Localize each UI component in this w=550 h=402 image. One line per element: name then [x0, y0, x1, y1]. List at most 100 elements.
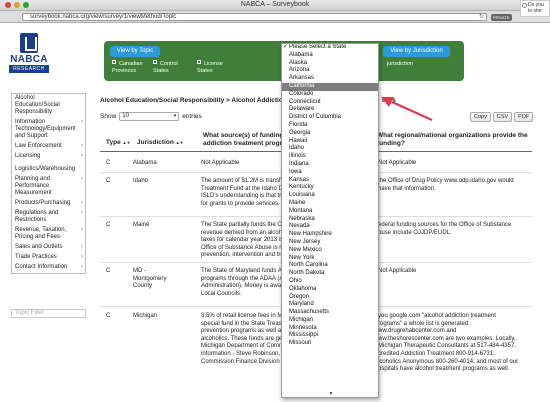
nabca-logo[interactable]: NABCA RESEARCH: [9, 33, 49, 79]
chevron-right-icon: ›: [81, 210, 83, 216]
sidebar-item[interactable]: Information Technology/Equipment and Sup…: [12, 118, 85, 142]
state-option[interactable]: Kansas: [282, 177, 378, 185]
entries-control: Show 10 ▾ entries: [100, 112, 202, 121]
state-option[interactable]: Maine: [282, 200, 378, 208]
checkbox-label: Canadian Provinces: [112, 61, 143, 74]
state-option[interactable]: New Jersey: [282, 239, 378, 247]
cell-type: C: [106, 178, 111, 184]
state-option[interactable]: Louisiana: [282, 192, 378, 200]
state-option[interactable]: Kentucky: [282, 184, 378, 192]
cell-type: C: [106, 268, 111, 274]
cell-organizations: the Office of Drug Policy www.odp.idaho.…: [378, 178, 514, 192]
sidebar-item-label: Contact Information: [15, 264, 68, 270]
sidebar-item[interactable]: Alcohol Education/Social Responsibility: [12, 94, 85, 118]
column-header-type[interactable]: Type ▲▼: [106, 139, 130, 147]
sidebar-item[interactable]: Trade Practices ›: [12, 253, 85, 263]
sidebar-item[interactable]: Products/Purchasing ›: [12, 199, 85, 209]
state-option[interactable]: Arkansas: [282, 75, 378, 83]
state-option[interactable]: New York: [282, 255, 378, 263]
csv-button[interactable]: CSV: [492, 112, 513, 122]
breadcrumb: Alcohol Education/Social Responsibility …: [100, 97, 287, 104]
address-bar[interactable]: surveybook.nabca.org/view/survey/1/viewM…: [22, 13, 487, 21]
state-option[interactable]: Indiana: [282, 161, 378, 169]
sidebar-item[interactable]: Logistics/Warehousing: [12, 165, 85, 175]
state-option[interactable]: Oregon: [282, 294, 378, 302]
license-states-checkbox[interactable]: License States: [197, 60, 223, 75]
cell-funding-source: Not Applicable: [201, 160, 240, 166]
sidebar-item[interactable]: Contact Information ›: [12, 263, 85, 273]
state-option[interactable]: Massachusetts: [282, 309, 378, 317]
sidebar-item[interactable]: Law Enforcement ›: [12, 142, 85, 152]
checkmark-icon: ✓: [283, 44, 289, 50]
state-option[interactable]: New Hampshire: [282, 231, 378, 239]
state-option[interactable]: Mississippi: [282, 332, 378, 340]
state-option[interactable]: Alaska: [282, 60, 378, 68]
header-label: Jurisdiction: [137, 139, 174, 146]
scroll-down-icon[interactable]: ▼: [282, 391, 378, 397]
state-option[interactable]: Idaho: [282, 145, 378, 153]
option-label: Please Select a State: [289, 44, 347, 50]
info-icon: [522, 3, 527, 8]
state-option[interactable]: Florida: [282, 122, 378, 130]
state-option[interactable]: California: [282, 82, 378, 91]
state-option[interactable]: Montana: [282, 208, 378, 216]
column-header-organizations[interactable]: What regional/national organizations pro…: [377, 132, 528, 148]
checkbox-box: [197, 60, 201, 64]
state-dropdown-menu[interactable]: ✓ Please Select a State Alabama Alaska Arizo…: [281, 43, 379, 398]
browser-toolbar: surveybook.nabca.org/view/survey/1/viewM…: [0, 11, 550, 23]
view-by-jurisdiction-button[interactable]: View by Jurisdiction: [383, 46, 450, 57]
chevron-right-icon: ›: [81, 200, 83, 206]
breadcrumb-tail: ures: [382, 97, 396, 104]
state-option[interactable]: Georgia: [282, 130, 378, 138]
state-option[interactable]: Delaware: [282, 106, 378, 114]
state-option[interactable]: New Mexico: [282, 247, 378, 255]
cell-funding-source: 3.5% of retail license fees in Mich spec…: [201, 313, 293, 365]
sidebar-item[interactable]: Planning and Performance Measurement ›: [12, 175, 85, 199]
view-by-topic-button[interactable]: View by Topic: [110, 46, 160, 57]
canadian-provinces-checkbox[interactable]: Canadian Provinces: [112, 60, 143, 75]
cell-type: C: [106, 222, 111, 228]
entries-select[interactable]: 10 ▾: [119, 112, 180, 121]
state-option[interactable]: Colorado: [282, 91, 378, 99]
state-option[interactable]: Maryland: [282, 301, 378, 309]
sidebar-item[interactable]: Revenue, Taxation, Pricing and Fees ›: [12, 226, 85, 243]
state-option[interactable]: Hawaii: [282, 138, 378, 146]
column-header-jurisdiction[interactable]: Jurisdiction ▲▼: [137, 139, 184, 147]
state-option[interactable]: Iowa: [282, 169, 378, 177]
sidebar-item[interactable]: Sales and Outlets ›: [12, 243, 85, 253]
state-option[interactable]: Nevada: [282, 223, 378, 231]
url-text: surveybook.nabca.org/view/survey/1/viewM…: [30, 14, 177, 20]
copy-button[interactable]: Copy: [470, 112, 491, 122]
checkbox-box: [153, 60, 157, 64]
state-option[interactable]: District of Columbia: [282, 114, 378, 122]
reload-icon[interactable]: ↻: [479, 14, 484, 21]
state-option-placeholder[interactable]: ✓ Please Select a State: [282, 44, 378, 52]
pdf-button[interactable]: PDF: [514, 112, 534, 122]
sidebar-item[interactable]: Licensing ›: [12, 152, 85, 162]
cell-funding-source: The amount of $1.2M is transferre Treatm…: [201, 178, 293, 207]
state-option[interactable]: Nebraska: [282, 216, 378, 224]
state-option[interactable]: North Carolina: [282, 262, 378, 270]
export-buttons: Copy CSV PDF: [470, 112, 534, 122]
state-option[interactable]: Illinois: [282, 153, 378, 161]
state-option[interactable]: Michigan: [282, 317, 378, 325]
state-option[interactable]: Alabama: [282, 52, 378, 60]
state-option[interactable]: Oklahoma: [282, 286, 378, 294]
notification-popup[interactable]: Do you to stor: [520, 0, 550, 17]
topic-filter-input[interactable]: Topic Filter: [11, 309, 86, 318]
control-states-checkbox[interactable]: Control States: [153, 60, 178, 75]
sidebar-item[interactable]: Regulations and Restrictions ›: [12, 209, 85, 226]
logo-name: NABCA: [10, 54, 48, 65]
cell-jurisdiction: Idaho: [133, 178, 149, 184]
sort-icon: ▲▼: [175, 140, 184, 145]
chevron-right-icon: ›: [81, 153, 83, 159]
cell-jurisdiction: MD - Montgomery County: [133, 268, 167, 290]
notification-text: Do you to stor: [528, 2, 544, 14]
state-option[interactable]: Connecticut: [282, 99, 378, 107]
state-option[interactable]: Missouri: [282, 340, 378, 348]
state-option[interactable]: North Dakota: [282, 270, 378, 278]
state-option[interactable]: Ohio: [282, 278, 378, 286]
state-option[interactable]: Minnesota: [282, 325, 378, 333]
state-option[interactable]: Arizona: [282, 67, 378, 75]
window-titlebar: NABCA – Surveybook: [0, 0, 550, 11]
